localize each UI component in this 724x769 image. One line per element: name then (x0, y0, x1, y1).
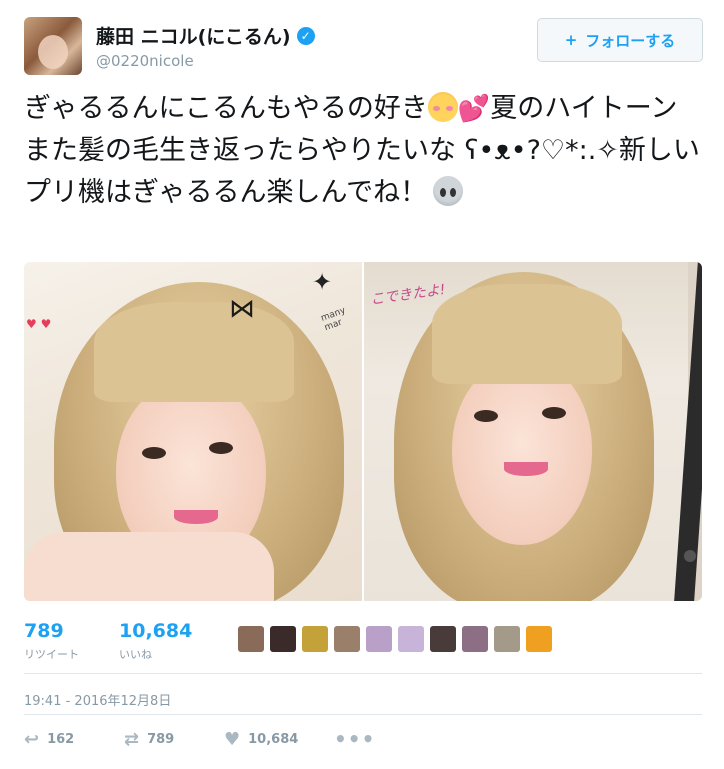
retweet-button[interactable]: ⇄ 789 (124, 729, 224, 750)
door-knob (684, 550, 696, 562)
liker-avatar[interactable] (238, 626, 264, 652)
retweet-stat[interactable]: 789 リツイート (24, 620, 79, 662)
divider (24, 714, 702, 715)
hearts-sticker-icon: ♥ ♥ (26, 317, 52, 331)
liker-avatar[interactable] (270, 626, 296, 652)
media-photo-right[interactable]: こできたよ! (364, 262, 702, 601)
retweet-count: 789 (24, 620, 64, 642)
photo-right-caption: こできたよ! (369, 281, 447, 309)
tweet-media[interactable]: ⋈ ✦ many mar ♥ ♥ こできたよ! (24, 262, 702, 601)
author-avatar[interactable] (24, 17, 82, 75)
two-hearts-emoji-icon: 💕 (457, 94, 491, 124)
author-name-row[interactable]: 藤田 ニコル(にこるん) ✓ (96, 22, 315, 49)
heart-icon: ♥ (224, 728, 241, 750)
retweet-label: リツイート (24, 648, 79, 661)
media-photo-left[interactable]: ⋈ ✦ many mar ♥ ♥ (24, 262, 362, 601)
like-stat[interactable]: 10,684 いいね (119, 620, 192, 662)
like-button[interactable]: ♥ 10,684 (224, 729, 334, 750)
tweet-actions: ↩ 162 ⇄ 789 ♥ 10,684 ••• (24, 727, 375, 751)
retweet-icon: ⇄ (124, 728, 140, 750)
hair-bow-icon: ⋈ (229, 294, 255, 324)
divider (24, 673, 702, 674)
author-display-name[interactable]: 藤田 ニコル(にこるん) (96, 22, 291, 49)
like-count: 10,684 (119, 620, 193, 642)
more-icon: ••• (334, 727, 376, 751)
tweet-stats: 789 リツイート 10,684 いいね (24, 620, 192, 662)
likers-avatars (238, 626, 552, 652)
liker-avatar[interactable] (494, 626, 520, 652)
reply-button[interactable]: ↩ 162 (24, 729, 124, 750)
verified-badge-icon: ✓ (296, 26, 315, 45)
liker-avatar[interactable] (302, 626, 328, 652)
liker-avatar[interactable] (366, 626, 392, 652)
reply-icon: ↩ (24, 728, 40, 750)
alien-emoji-icon (433, 176, 464, 206)
liker-avatar[interactable] (430, 626, 456, 652)
tweet-text-part1: ぎゃるるんにこるんもやるの好き (24, 93, 428, 124)
tweet-text: ぎゃるるんにこるんもやるの好き 💕夏のハイトーンまた髪の毛生き返ったらやりたいな … (24, 88, 704, 214)
follow-button-label: フォローする (585, 31, 676, 50)
like-action-count: 10,684 (248, 731, 299, 747)
author-handle[interactable]: @0220nicole (96, 52, 194, 70)
flushed-face-emoji-icon (427, 92, 458, 122)
like-label: いいね (119, 648, 152, 661)
liker-avatar[interactable] (398, 626, 424, 652)
more-button[interactable]: ••• (334, 727, 375, 751)
tweet-timestamp[interactable]: 19:41 - 2016年12月8日 (24, 690, 171, 709)
sparkle-sticker-icon: ✦ (312, 268, 333, 296)
liker-avatar[interactable] (462, 626, 488, 652)
reply-count: 162 (47, 731, 75, 747)
retweet-action-count: 789 (147, 731, 175, 747)
photo-left-caption: many mar (319, 305, 347, 334)
add-user-icon: + (564, 31, 578, 49)
follow-button[interactable]: + フォローする (537, 18, 703, 62)
liker-avatar[interactable] (526, 626, 552, 652)
liker-avatar[interactable] (334, 626, 360, 652)
